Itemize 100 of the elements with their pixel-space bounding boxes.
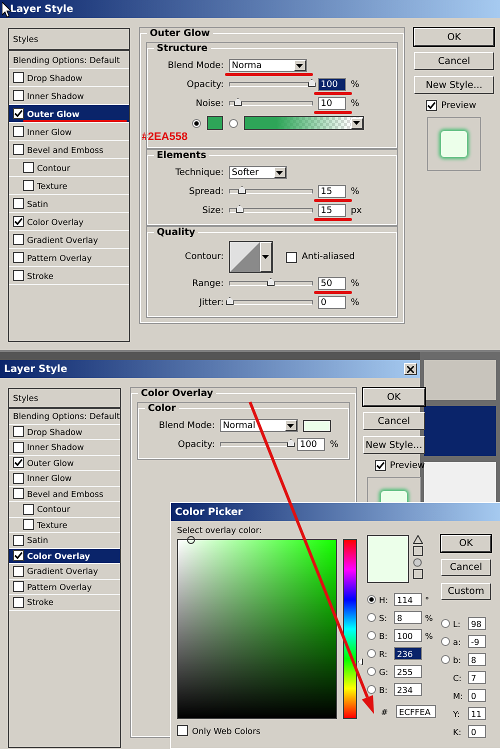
- hue-marker[interactable]: [358, 658, 363, 666]
- style-item[interactable]: Outer Glow: [9, 105, 129, 123]
- input-field[interactable]: 11: [468, 707, 486, 720]
- dialog-button[interactable]: OK: [362, 388, 425, 406]
- hue-slider[interactable]: [343, 539, 363, 719]
- close-button[interactable]: [404, 363, 417, 375]
- checkbox[interactable]: [13, 252, 24, 263]
- style-item[interactable]: Bevel and Emboss: [9, 486, 120, 502]
- slider-thumb[interactable]: [266, 278, 275, 286]
- input-field[interactable]: 50: [318, 277, 346, 290]
- checkbox[interactable]: [13, 457, 24, 468]
- checkbox[interactable]: [426, 100, 438, 111]
- dialog-button[interactable]: OK: [441, 535, 491, 552]
- checkbox[interactable]: [13, 108, 24, 119]
- style-item[interactable]: Stroke: [9, 267, 129, 285]
- hex-input-field[interactable]: ECFFEA: [396, 705, 436, 718]
- style-item[interactable]: Outer Glow: [9, 456, 120, 471]
- style-item[interactable]: Color Overlay: [9, 213, 129, 231]
- checkbox[interactable]: [13, 72, 24, 83]
- input-field[interactable]: 15: [318, 204, 346, 217]
- input-field[interactable]: -9: [468, 635, 486, 648]
- dialog-button[interactable]: OK: [414, 28, 494, 46]
- checkbox[interactable]: [13, 90, 24, 101]
- input-field[interactable]: 0: [468, 689, 486, 702]
- checkbox[interactable]: [177, 725, 188, 736]
- input-field[interactable]: 234: [394, 683, 422, 696]
- style-item[interactable]: Inner Glow: [9, 123, 129, 141]
- input-field[interactable]: 0: [468, 725, 486, 738]
- checkbox[interactable]: [13, 596, 24, 608]
- input-field[interactable]: 100: [296, 438, 325, 451]
- checkbox[interactable]: [13, 126, 24, 137]
- input-field[interactable]: 7: [468, 671, 486, 684]
- color-field[interactable]: [177, 539, 337, 719]
- checkbox[interactable]: [13, 550, 24, 562]
- slider-thumb[interactable]: [286, 439, 295, 447]
- checkbox[interactable]: [23, 519, 34, 530]
- gradient-picker[interactable]: [244, 116, 364, 130]
- style-item[interactable]: Texture: [9, 518, 120, 533]
- radio-button[interactable]: [441, 619, 450, 628]
- style-item[interactable]: Bevel and Emboss: [9, 141, 129, 159]
- dialog-button[interactable]: New Style...: [414, 76, 494, 94]
- blend-mode-dropdown[interactable]: Normal: [220, 419, 298, 432]
- input-field[interactable]: 0: [318, 296, 346, 309]
- dialog-button[interactable]: Cancel: [414, 52, 494, 70]
- checkbox[interactable]: [13, 426, 24, 438]
- input-field[interactable]: 255: [394, 665, 422, 678]
- radio-button[interactable]: [367, 649, 376, 658]
- blend-mode-dropdown[interactable]: Norma: [228, 59, 307, 72]
- radio-button[interactable]: [192, 118, 201, 128]
- style-item[interactable]: Drop Shadow: [9, 69, 129, 87]
- contour-picker[interactable]: [228, 241, 273, 273]
- color-swatch[interactable]: [206, 116, 223, 130]
- checkbox[interactable]: [23, 504, 34, 515]
- radio-button[interactable]: [367, 685, 376, 694]
- input-field[interactable]: 8: [394, 611, 422, 624]
- radio-button[interactable]: [228, 118, 238, 128]
- style-item[interactable]: Stroke: [9, 595, 120, 610]
- color-marker[interactable]: [186, 536, 195, 544]
- radio-button[interactable]: [367, 613, 376, 622]
- slider-thumb[interactable]: [238, 186, 246, 194]
- input-field[interactable]: 15: [318, 185, 346, 198]
- style-item[interactable]: Blending Options: Default: [9, 51, 129, 69]
- input-field[interactable]: 100: [394, 629, 422, 642]
- style-item[interactable]: Color Overlay: [9, 548, 120, 564]
- checkbox[interactable]: [13, 534, 24, 546]
- radio-button[interactable]: [367, 667, 376, 676]
- slider-thumb[interactable]: [308, 79, 316, 87]
- style-item[interactable]: Contour: [9, 159, 129, 177]
- slider-thumb[interactable]: [234, 98, 242, 106]
- style-item[interactable]: Pattern Overlay: [9, 580, 120, 595]
- checkbox[interactable]: [13, 144, 24, 155]
- radio-button[interactable]: [367, 631, 376, 640]
- slider-thumb[interactable]: [236, 205, 244, 213]
- checkbox[interactable]: [13, 198, 24, 209]
- style-item[interactable]: Contour: [9, 502, 120, 518]
- checkbox[interactable]: [13, 442, 24, 453]
- checkbox[interactable]: [23, 180, 34, 191]
- style-item[interactable]: Satin: [9, 195, 129, 213]
- style-item[interactable]: Gradient Overlay: [9, 231, 129, 249]
- style-item[interactable]: Blending Options: Default: [9, 409, 120, 424]
- radio-button[interactable]: [441, 637, 450, 646]
- checkbox[interactable]: [374, 460, 386, 471]
- checkbox[interactable]: [13, 234, 24, 245]
- checkbox[interactable]: [286, 252, 297, 262]
- radio-button[interactable]: [441, 655, 450, 664]
- checkbox[interactable]: [13, 566, 24, 577]
- input-field[interactable]: 10: [318, 97, 346, 110]
- technique-dropdown[interactable]: Softer: [228, 166, 287, 179]
- radio-button[interactable]: [367, 595, 376, 604]
- dialog-button[interactable]: Cancel: [362, 412, 425, 430]
- style-item[interactable]: Drop Shadow: [9, 424, 120, 440]
- style-item[interactable]: Texture: [9, 177, 129, 195]
- style-item[interactable]: Inner Shadow: [9, 440, 120, 456]
- style-item[interactable]: Gradient Overlay: [9, 564, 120, 580]
- checkbox[interactable]: [13, 472, 24, 484]
- color-swatch[interactable]: [302, 420, 331, 432]
- slider-thumb[interactable]: [226, 297, 234, 305]
- checkbox[interactable]: [13, 581, 24, 592]
- dialog-button[interactable]: New Style...: [362, 436, 425, 454]
- dialog-button[interactable]: Custom: [441, 583, 491, 600]
